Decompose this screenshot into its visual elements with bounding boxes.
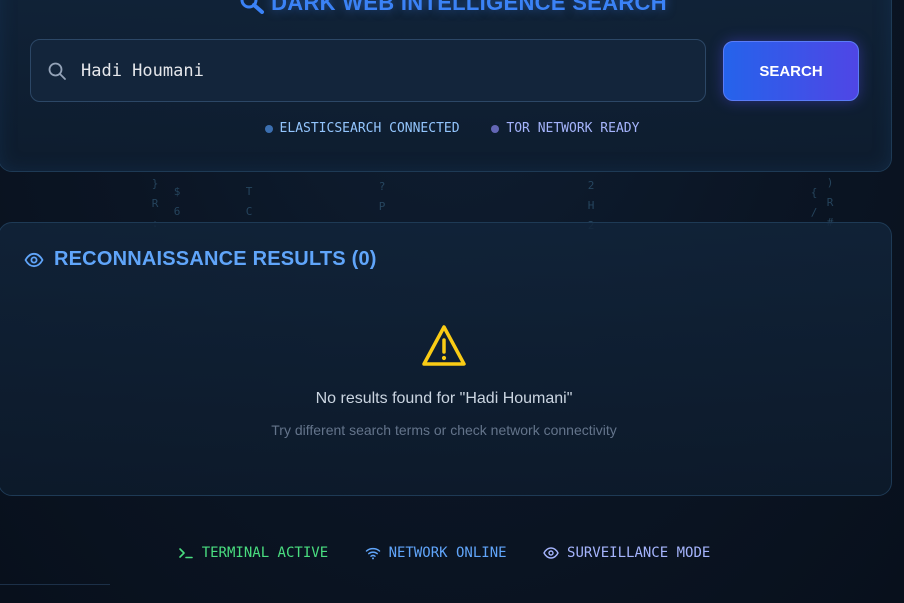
background-glyphs-2: $6 <box>173 185 181 218</box>
terminal-status-label: TERMINAL ACTIVE <box>201 545 329 561</box>
elasticsearch-status: ELASTICSEARCH CONNECTED <box>264 121 460 136</box>
footer-status-bar: TERMINAL ACTIVE NETWORK ONLINE SURVEILLA… <box>0 545 888 565</box>
empty-state-hint: Try different search terms or check netw… <box>271 422 617 438</box>
background-glyphs-4: ? P <box>378 180 386 213</box>
background-glyphs-6: {/ <box>810 186 818 219</box>
elasticsearch-status-label: ELASTICSEARCH CONNECTED <box>279 121 460 136</box>
background-glyphs-3: TC <box>245 185 253 218</box>
search-icon <box>48 62 66 80</box>
page-title-text: DARK WEB INTELLIGENCE SEARCH <box>271 0 667 15</box>
divider <box>0 584 110 585</box>
search-field[interactable] <box>30 39 706 102</box>
magnifier-icon <box>240 0 265 14</box>
surveillance-status-label: SURVEILLANCE MODE <box>567 545 711 561</box>
page-title: DARK WEB INTELLIGENCE SEARCH <box>0 0 904 16</box>
status-dot <box>491 124 500 133</box>
network-status: NETWORK ONLINE <box>365 545 507 561</box>
empty-state-message: No results found for "Hadi Houmani" <box>315 390 573 407</box>
connection-status: ELASTICSEARCH CONNECTED TOR NETWORK READ… <box>0 121 904 137</box>
search-input[interactable] <box>79 59 683 82</box>
eye-icon <box>24 252 44 267</box>
warning-icon <box>422 325 466 366</box>
network-status-label: NETWORK ONLINE <box>388 545 507 561</box>
surveillance-status: SURVEILLANCE MODE <box>543 545 710 561</box>
results-title: RECONNAISSANCE RESULTS (0) <box>54 248 377 270</box>
results-header: RECONNAISSANCE RESULTS (0) <box>24 248 377 271</box>
search-button[interactable]: SEARCH <box>723 41 859 101</box>
terminal-icon <box>178 548 193 559</box>
tor-status: TOR NETWORK READY <box>491 121 639 136</box>
status-dot <box>264 124 273 133</box>
eye-icon <box>543 547 559 559</box>
terminal-status: TERMINAL ACTIVE <box>178 545 328 561</box>
wifi-icon <box>365 547 380 560</box>
tor-status-label: TOR NETWORK READY <box>506 121 640 136</box>
